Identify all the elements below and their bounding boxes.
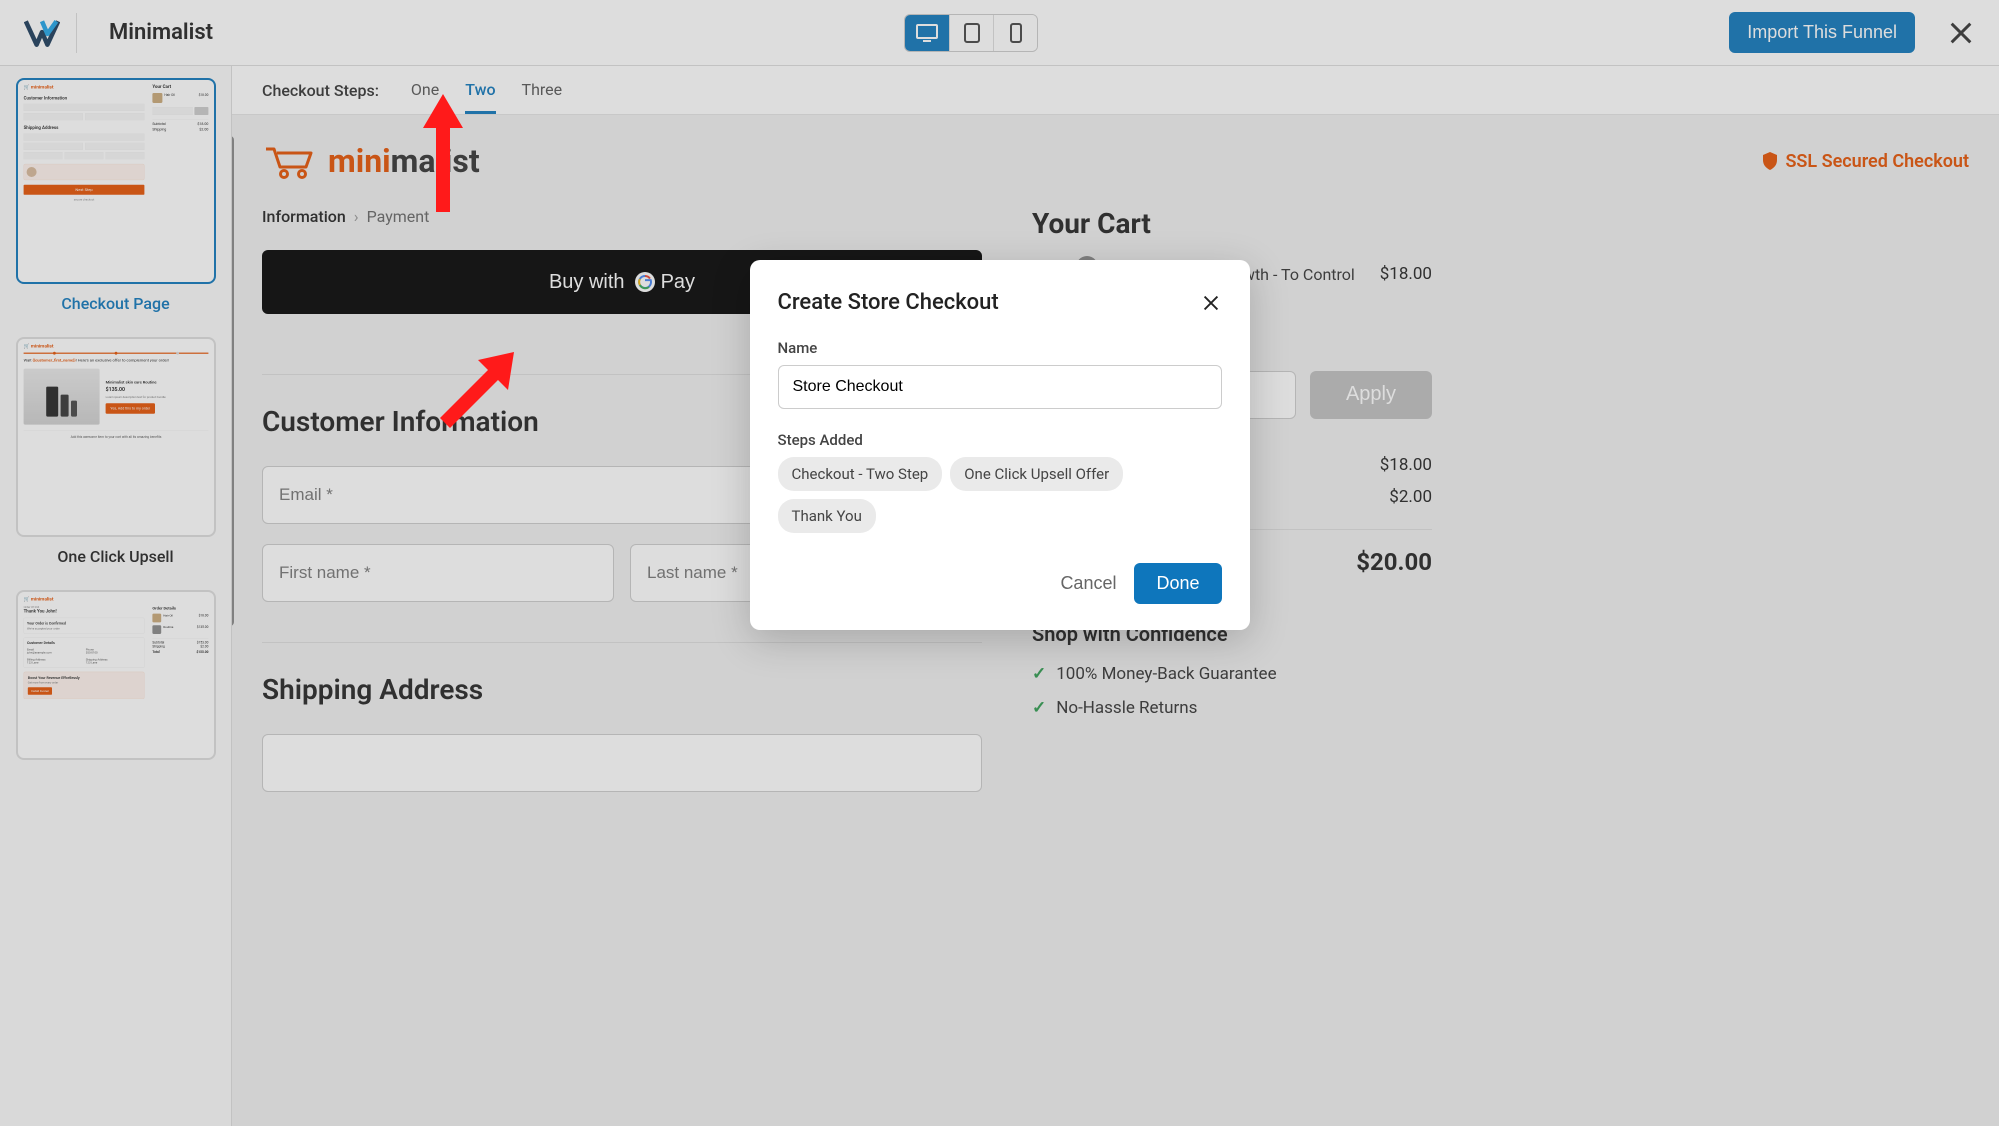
steps-label: Checkout Steps: bbox=[262, 81, 379, 114]
shipping-field[interactable] bbox=[262, 734, 982, 792]
steps-chips: Checkout - Two Step One Click Upsell Off… bbox=[778, 457, 1222, 533]
thumb-label: One Click Upsell bbox=[14, 547, 217, 566]
modal-close-icon[interactable] bbox=[1200, 292, 1222, 314]
cancel-button[interactable]: Cancel bbox=[1060, 573, 1116, 594]
modal-wrapper: Create Store Checkout Name Steps Added C… bbox=[750, 260, 1250, 630]
shield-icon bbox=[1761, 151, 1779, 171]
product-price: $18.00 bbox=[1380, 264, 1432, 347]
brand-row: minimalist SSL Secured Checkout bbox=[232, 115, 1999, 207]
thumb-label: Checkout Page bbox=[14, 294, 217, 313]
device-toggle bbox=[904, 14, 1038, 52]
apply-coupon-button[interactable]: Apply bbox=[1310, 371, 1432, 419]
thumbnail-sidebar: 🛒 minimalist Customer Information Shippi… bbox=[0, 66, 232, 1126]
breadcrumb: Information › Payment bbox=[262, 207, 982, 226]
shop-with-confidence: Shop with Confidence ✓ 100% Money-Back G… bbox=[1032, 622, 1432, 718]
done-button[interactable]: Done bbox=[1134, 563, 1221, 604]
app-logo bbox=[24, 13, 77, 53]
step-chip: One Click Upsell Offer bbox=[950, 457, 1123, 491]
device-tablet-button[interactable] bbox=[949, 15, 993, 51]
check-icon: ✓ bbox=[1032, 698, 1046, 718]
brand-name: minimalist bbox=[328, 142, 480, 180]
divider bbox=[262, 642, 982, 643]
close-icon[interactable] bbox=[1947, 19, 1975, 47]
app-title: Minimalist bbox=[109, 20, 213, 45]
gpay-icon bbox=[633, 270, 657, 294]
confidence-item: ✓ No-Hassle Returns bbox=[1032, 698, 1432, 718]
breadcrumb-payment: Payment bbox=[367, 207, 430, 226]
thumb-thankyou[interactable]: 🛒 minimalist Order #1234 Thank You John!… bbox=[16, 590, 216, 760]
shipping-title: Shipping Address bbox=[262, 673, 982, 706]
checkout-steps-tabs: Checkout Steps: One Two Three bbox=[232, 66, 1999, 115]
confidence-item: ✓ 100% Money-Back Guarantee bbox=[1032, 664, 1432, 684]
chevron-right-icon: › bbox=[354, 207, 359, 226]
checkout-name-input[interactable] bbox=[778, 365, 1222, 409]
logo-icon bbox=[24, 19, 60, 47]
top-bar: Minimalist Import This Funnel bbox=[0, 0, 1999, 66]
store-brand: minimalist bbox=[262, 141, 480, 181]
modal-title: Create Store Checkout bbox=[778, 290, 999, 315]
step-chip: Checkout - Two Step bbox=[778, 457, 943, 491]
steps-added-label: Steps Added bbox=[778, 431, 1222, 449]
scrollbar-thumb[interactable] bbox=[232, 136, 234, 626]
breadcrumb-information[interactable]: Information bbox=[262, 207, 346, 226]
check-icon: ✓ bbox=[1032, 664, 1046, 684]
first-name-field[interactable] bbox=[262, 544, 614, 602]
cart-title: Your Cart bbox=[1032, 207, 1432, 240]
step-tab-three[interactable]: Three bbox=[522, 80, 563, 114]
cart-icon bbox=[262, 141, 318, 181]
thumb-checkout-page[interactable]: 🛒 minimalist Customer Information Shippi… bbox=[16, 78, 216, 284]
import-funnel-button[interactable]: Import This Funnel bbox=[1729, 12, 1915, 53]
create-checkout-modal: Create Store Checkout Name Steps Added C… bbox=[750, 260, 1250, 630]
name-label: Name bbox=[778, 339, 1222, 357]
step-chip: Thank You bbox=[778, 499, 876, 533]
device-desktop-button[interactable] bbox=[905, 15, 949, 51]
ssl-badge: SSL Secured Checkout bbox=[1761, 151, 1969, 172]
step-tab-one[interactable]: One bbox=[411, 80, 439, 114]
step-tab-two[interactable]: Two bbox=[465, 80, 495, 114]
device-mobile-button[interactable] bbox=[993, 15, 1037, 51]
thumb-upsell[interactable]: 🛒 minimalist Wait {{customer_first_name}… bbox=[16, 337, 216, 537]
